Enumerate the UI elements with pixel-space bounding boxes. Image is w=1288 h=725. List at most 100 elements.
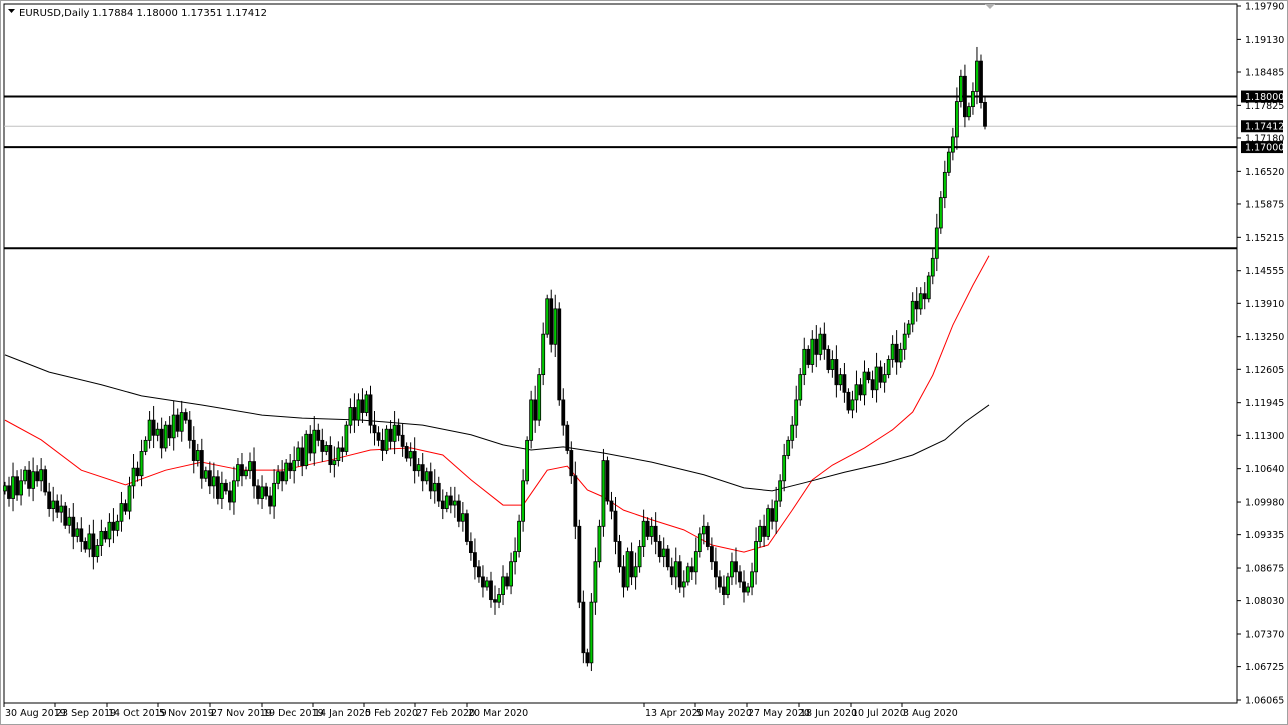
- bear-candle-body: [8, 486, 11, 499]
- bull-candle-body: [325, 445, 328, 451]
- bull-candle-body: [594, 562, 597, 602]
- bull-candle-body: [943, 172, 946, 197]
- bull-candle-body: [385, 429, 388, 450]
- bull-candle-body: [682, 582, 685, 587]
- bear-candle-body: [48, 492, 51, 509]
- bear-candle-body: [28, 470, 31, 488]
- level-tag-1.17000: 1.17000: [1245, 143, 1284, 154]
- bear-candle-body: [763, 526, 766, 536]
- bull-candle-body: [333, 461, 336, 465]
- bull-candle-body: [20, 481, 23, 495]
- bull-candle-body: [674, 562, 677, 577]
- bear-candle-body: [405, 446, 408, 458]
- bull-candle-body: [947, 152, 950, 172]
- bear-candle-body: [92, 534, 95, 557]
- time-tick-label: 10 Jul 2020: [852, 708, 906, 719]
- bull-candle-body: [148, 420, 151, 440]
- price-tick-label: 1.09335: [1245, 530, 1284, 541]
- bull-candle-body: [357, 400, 360, 420]
- bear-candle-body: [381, 440, 384, 450]
- price-tick-label: 1.13910: [1245, 299, 1284, 310]
- bear-candle-body: [670, 567, 673, 577]
- bull-candle-body: [522, 481, 525, 521]
- bull-candle-body: [598, 526, 601, 561]
- bull-candle-body: [811, 339, 814, 364]
- ohlc-readout: 1.17884 1.18000 1.17351 1.17412: [92, 8, 267, 19]
- bull-candle-body: [779, 481, 782, 501]
- bear-candle-body: [739, 572, 742, 582]
- candle: [606, 457, 609, 505]
- bear-candle-body: [240, 465, 243, 476]
- bull-candle-body: [634, 567, 637, 577]
- bull-candle-body: [297, 448, 300, 461]
- bull-candle-body: [931, 258, 934, 276]
- candle: [979, 55, 982, 109]
- bear-candle-body: [771, 509, 774, 522]
- bear-candle-body: [208, 471, 211, 486]
- bull-candle-body: [277, 472, 280, 484]
- bull-candle-body: [638, 547, 641, 567]
- bear-candle-body: [979, 61, 982, 102]
- price-tick-label: 1.11300: [1245, 431, 1284, 442]
- bull-candle-body: [891, 344, 894, 359]
- bear-candle-body: [506, 577, 509, 586]
- bull-candle-body: [132, 468, 135, 486]
- bull-candle-body: [88, 534, 91, 549]
- bear-candle-body: [558, 309, 561, 400]
- bull-candle-body: [650, 526, 653, 536]
- price-chart[interactable]: 1.197901.191301.184851.178251.171801.165…: [0, 0, 1288, 725]
- bull-candle-body: [686, 567, 689, 582]
- candle: [558, 302, 561, 406]
- bull-candle-body: [851, 400, 854, 410]
- bear-candle-body: [815, 339, 818, 354]
- bear-candle-body: [550, 299, 553, 345]
- bull-candle-body: [128, 486, 131, 511]
- bull-candle-body: [911, 301, 914, 324]
- candle: [726, 573, 729, 598]
- bear-candle-body: [413, 451, 416, 470]
- bull-candle-body: [180, 413, 183, 432]
- candle: [602, 449, 605, 537]
- bear-candle-body: [369, 395, 372, 425]
- bull-candle-body: [293, 461, 296, 471]
- plot-area: [4, 4, 1237, 703]
- bear-candle-body: [289, 463, 292, 471]
- bear-candle-body: [847, 392, 850, 410]
- bull-candle-body: [514, 552, 517, 562]
- bull-candle-body: [24, 470, 27, 481]
- bull-candle-body: [498, 595, 501, 603]
- bear-candle-body: [168, 425, 171, 438]
- bull-candle-body: [775, 501, 778, 521]
- bear-candle-body: [421, 465, 424, 481]
- bear-candle-body: [317, 430, 320, 440]
- bear-candle-body: [871, 380, 874, 390]
- time-tick-label: 18 Jun 2020: [800, 708, 857, 719]
- bull-candle-body: [445, 496, 448, 509]
- bull-candle-body: [863, 372, 866, 395]
- bear-candle-body: [630, 552, 633, 577]
- bear-candle-body: [377, 433, 380, 441]
- price-tick-label: 1.15875: [1245, 199, 1284, 210]
- bear-candle-body: [184, 413, 187, 421]
- price-tick-label: 1.06725: [1245, 662, 1284, 673]
- bear-candle-body: [228, 491, 231, 502]
- bull-candle-body: [485, 581, 488, 587]
- bull-candle-body: [425, 472, 428, 481]
- price-tick-label: 1.19790: [1245, 2, 1284, 13]
- bear-candle-body: [437, 483, 440, 501]
- candle: [767, 505, 770, 540]
- bull-candle-body: [453, 501, 456, 505]
- bear-candle-body: [714, 562, 717, 577]
- candle: [590, 593, 593, 671]
- bear-candle-body: [353, 407, 356, 420]
- bear-candle-body: [104, 531, 107, 539]
- bear-candle-body: [835, 359, 838, 384]
- bear-candle-body: [373, 425, 376, 433]
- bull-candle-body: [108, 522, 111, 539]
- bear-candle-body: [734, 562, 737, 572]
- bull-candle-body: [831, 359, 834, 369]
- level-tag-1.18000: 1.18000: [1245, 92, 1284, 103]
- bear-candle-body: [606, 461, 609, 501]
- bull-candle-body: [791, 425, 794, 440]
- bull-candle-body: [694, 552, 697, 572]
